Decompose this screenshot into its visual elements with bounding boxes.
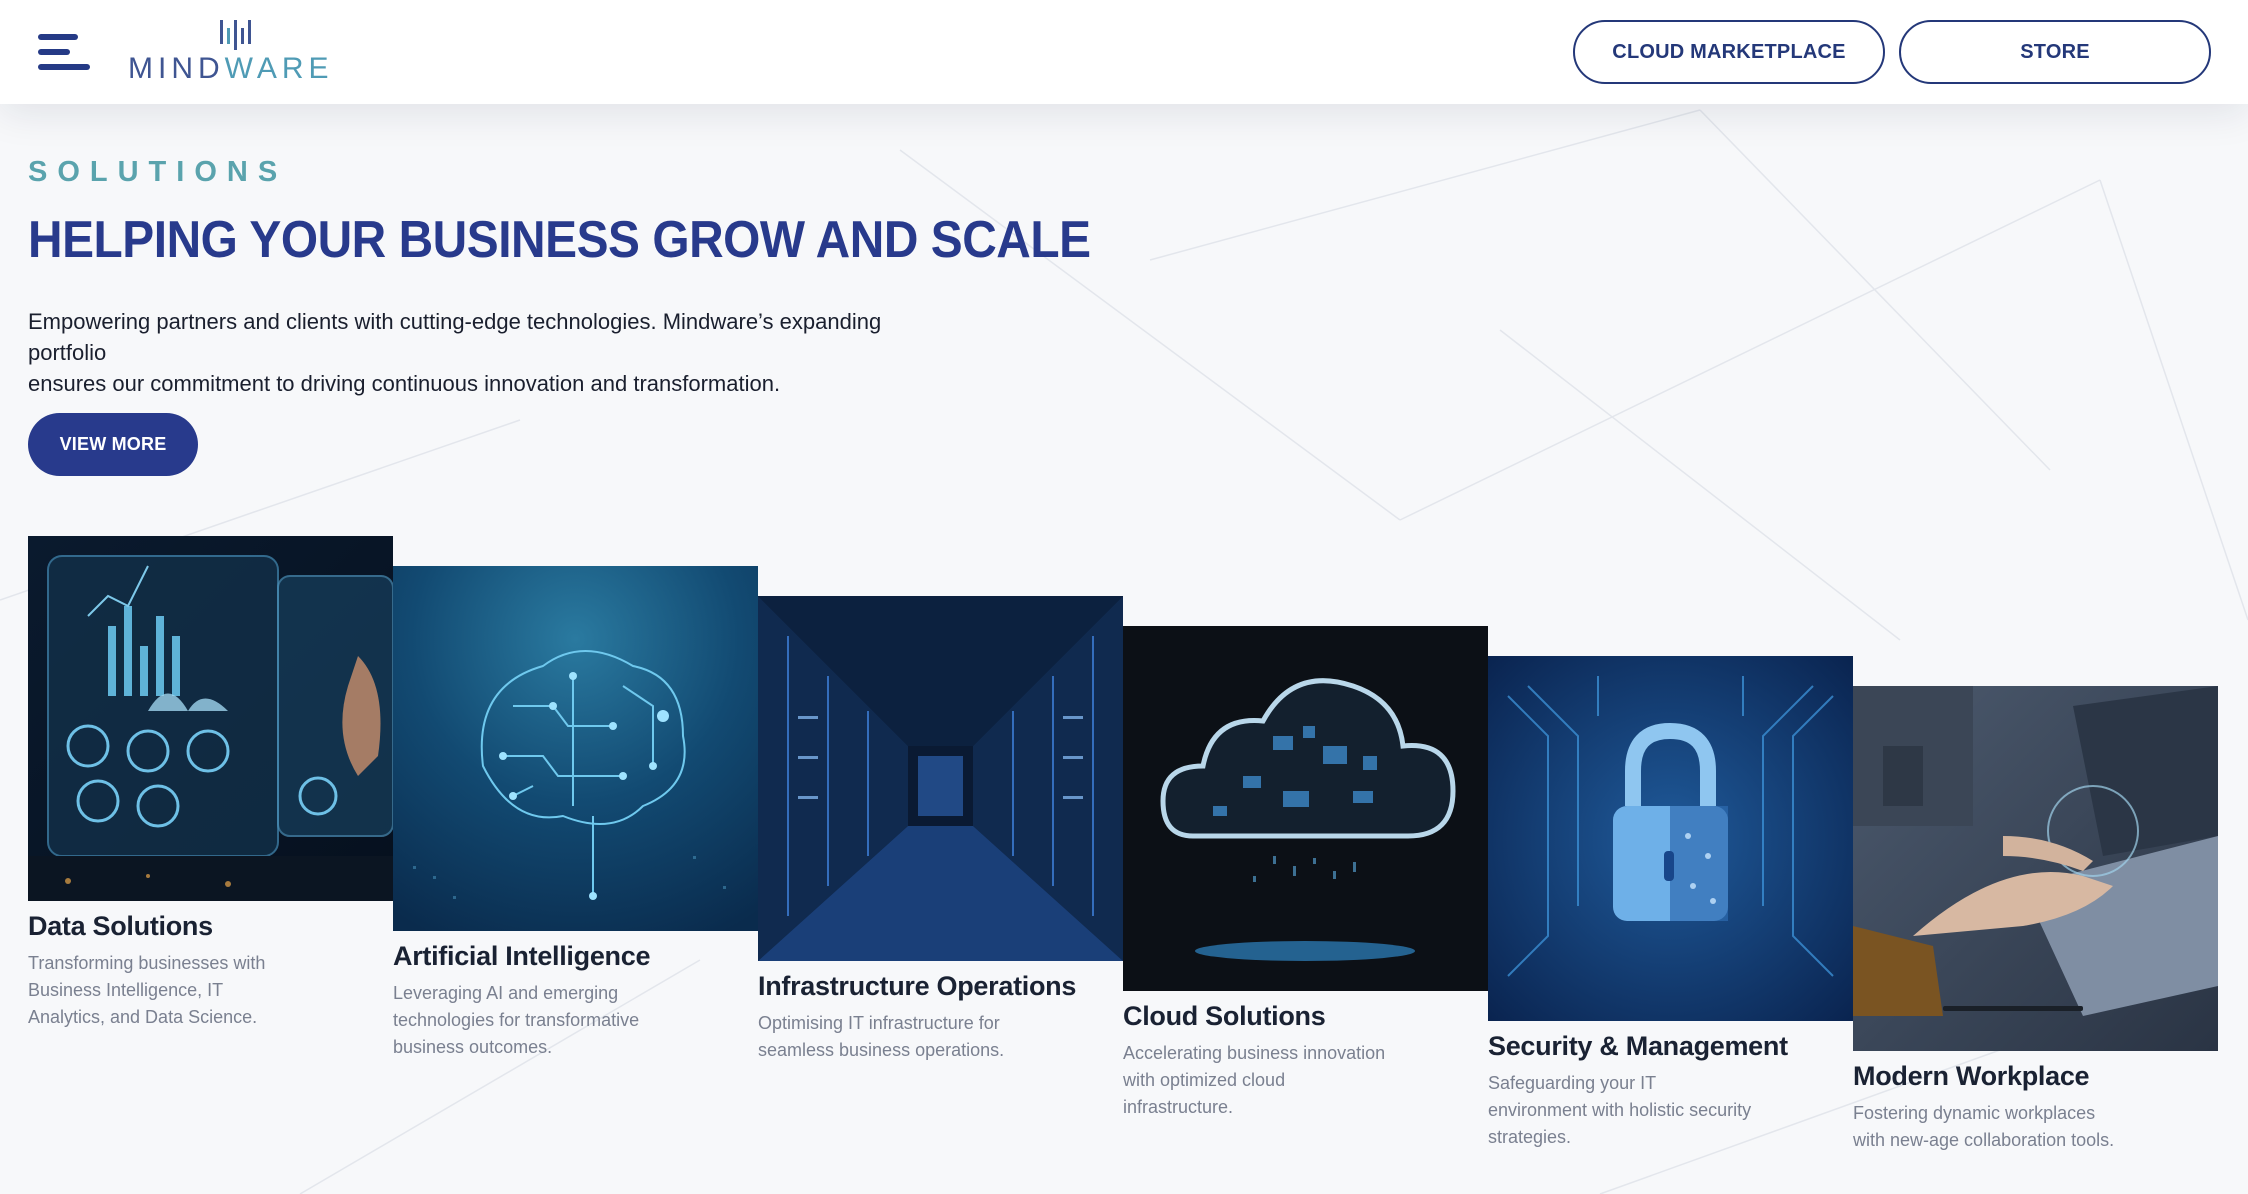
- card-description: Optimising IT infrastructure for seamles…: [758, 1013, 1005, 1060]
- solution-card-infrastructure[interactable]: Infrastructure Operations Optimising IT …: [758, 596, 1123, 1064]
- view-more-button[interactable]: VIEW MORE: [28, 413, 198, 476]
- card-description: Transforming businesses with Business In…: [28, 953, 266, 1027]
- intro-line-1: Empowering partners and clients with cut…: [28, 309, 882, 365]
- solution-card-workplace[interactable]: Modern Workplace Fostering dynamic workp…: [1853, 686, 2218, 1154]
- logo-bars-icon: [220, 20, 251, 50]
- card-title: Artificial Intelligence: [393, 941, 651, 971]
- card-description: Leveraging AI and emerging technologies …: [393, 983, 640, 1057]
- cloud-marketplace-button[interactable]: CLOUD MARKETPLACE: [1573, 20, 1885, 84]
- card-description: Fostering dynamic workplaces with new-ag…: [1853, 1103, 2115, 1150]
- circuit-brain-image: [393, 566, 758, 931]
- solution-card-security[interactable]: Security & Management Safeguarding your …: [1488, 656, 1853, 1151]
- card-title: Security & Management: [1488, 1031, 1788, 1061]
- card-title: Modern Workplace: [1853, 1061, 2090, 1091]
- solution-card-ai[interactable]: Artificial Intelligence Leveraging AI an…: [393, 566, 758, 1061]
- logo-wordmark: MINDWARE: [128, 52, 334, 85]
- card-description: Accelerating business innovation with op…: [1123, 1043, 1386, 1117]
- data-dashboard-image: [28, 536, 393, 901]
- laptop-workplace-image: [1853, 686, 2218, 1051]
- solution-card-cloud[interactable]: Cloud Solutions Accelerating business in…: [1123, 626, 1488, 1121]
- padlock-circuit-image: [1488, 656, 1853, 1021]
- section-eyebrow: SOLUTIONS: [28, 156, 288, 188]
- card-title: Cloud Solutions: [1123, 1001, 1326, 1031]
- card-title: Infrastructure Operations: [758, 971, 1077, 1001]
- card-title: Data Solutions: [28, 911, 213, 941]
- mindware-logo[interactable]: MINDWARE: [128, 18, 344, 86]
- solution-card-data[interactable]: Data Solutions Transforming businesses w…: [28, 536, 393, 1031]
- menu-icon[interactable]: [38, 34, 90, 70]
- store-button[interactable]: STORE: [1899, 20, 2211, 84]
- site-header: MINDWARE CLOUD MARKETPLACE STORE: [0, 0, 2248, 104]
- card-description: Safeguarding your IT environment with ho…: [1488, 1073, 1752, 1147]
- intro-paragraph: Empowering partners and clients with cut…: [28, 306, 928, 399]
- server-room-image: [758, 596, 1123, 961]
- intro-line-2: ensures our commitment to driving contin…: [28, 371, 781, 396]
- page-headline: HELPING YOUR BUSINESS GROW AND SCALE: [28, 211, 1091, 269]
- digital-cloud-image: [1123, 626, 1488, 991]
